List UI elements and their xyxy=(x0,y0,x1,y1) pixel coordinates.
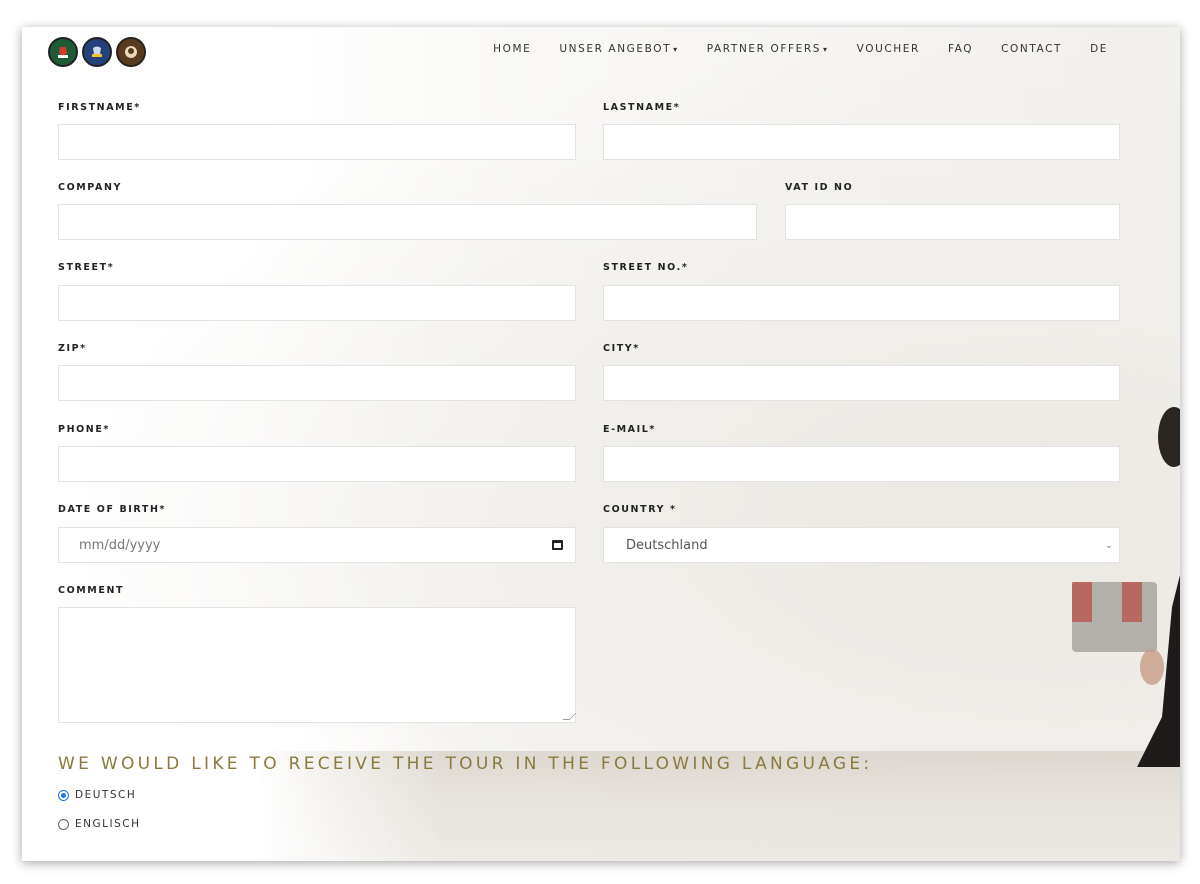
nav-voucher-label: VOUCHER xyxy=(856,43,920,55)
nav-language-de-label: DE xyxy=(1090,43,1108,55)
vat-id-label: VAT ID NO xyxy=(785,182,854,193)
country-select[interactable]: Deutschland ⌄ xyxy=(603,527,1120,563)
dob-input[interactable]: mm/dd/yyyy xyxy=(58,527,576,563)
country-label: COUNTRY * xyxy=(603,504,677,515)
nav-home[interactable]: HOME xyxy=(493,43,531,55)
comment-textarea[interactable] xyxy=(58,607,577,723)
street-input[interactable] xyxy=(58,285,576,321)
firstname-label: FIRSTNAME* xyxy=(58,102,141,113)
nav-partner-offers[interactable]: PARTNER OFFERS ▾ xyxy=(707,43,829,55)
franziskaner-logo-icon[interactable] xyxy=(116,37,146,67)
dob-label: DATE OF BIRTH* xyxy=(58,504,167,515)
lastname-input[interactable] xyxy=(603,124,1120,160)
language-option-englisch[interactable]: ENGLISCH xyxy=(58,818,140,830)
radio-deutsch-label: DEUTSCH xyxy=(75,789,137,801)
chevron-down-icon: ⌄ xyxy=(1104,539,1113,551)
main-navigation: HOME UNSER ANGEBOT ▾ PARTNER OFFERS ▾ VOUC… xyxy=(493,43,1108,55)
zip-input[interactable] xyxy=(58,365,576,401)
caret-down-icon: ▾ xyxy=(673,45,679,54)
email-input[interactable] xyxy=(603,446,1120,482)
language-heading: WE WOULD LIKE TO RECEIVE THE TOUR IN THE… xyxy=(58,754,873,774)
comment-label: COMMENT xyxy=(58,585,125,596)
nav-faq-label: FAQ xyxy=(947,43,974,55)
city-input[interactable] xyxy=(603,365,1120,401)
radio-deutsch[interactable] xyxy=(58,789,69,801)
caret-down-icon: ▾ xyxy=(823,45,829,54)
calendar-icon[interactable] xyxy=(552,540,563,550)
nav-partner-offers-label: PARTNER OFFERS xyxy=(706,43,821,55)
language-option-deutsch[interactable]: DEUTSCH xyxy=(58,789,136,801)
street-label: STREET* xyxy=(58,262,115,273)
radio-englisch[interactable] xyxy=(58,818,69,830)
country-selected-value: Deutschland xyxy=(626,537,708,553)
vat-id-input[interactable] xyxy=(785,204,1120,240)
nav-unser-angebot-label: UNSER ANGEBOT xyxy=(559,43,672,55)
nav-contact[interactable]: CONTACT xyxy=(1001,43,1062,55)
zip-label: ZIP* xyxy=(58,343,87,354)
phone-input[interactable] xyxy=(58,446,576,482)
lastname-label: LASTNAME* xyxy=(603,102,681,113)
nav-unser-angebot[interactable]: UNSER ANGEBOT ▾ xyxy=(559,43,678,55)
spaten-logo-icon[interactable] xyxy=(48,37,78,67)
radio-englisch-label: ENGLISCH xyxy=(75,818,141,830)
phone-label: PHONE* xyxy=(58,424,110,435)
loewenbraeu-logo-icon[interactable] xyxy=(82,37,112,67)
nav-contact-label: CONTACT xyxy=(1001,43,1063,55)
company-input[interactable] xyxy=(58,204,757,240)
nav-faq[interactable]: FAQ xyxy=(948,43,973,55)
browser-window: HOME UNSER ANGEBOT ▾ PARTNER OFFERS ▾ VOUC… xyxy=(22,27,1180,861)
nav-voucher[interactable]: VOUCHER xyxy=(857,43,920,55)
street-no-input[interactable] xyxy=(603,285,1120,321)
nav-home-label: HOME xyxy=(493,43,532,55)
city-label: CITY* xyxy=(603,343,640,354)
nav-language-de[interactable]: DE xyxy=(1090,43,1108,55)
firstname-input[interactable] xyxy=(58,124,576,160)
resize-handle-icon[interactable] xyxy=(562,713,577,720)
background-waitress-image xyxy=(1072,407,1180,767)
email-label: E-MAIL* xyxy=(603,424,656,435)
dob-placeholder: mm/dd/yyyy xyxy=(79,537,161,553)
brand-logos[interactable] xyxy=(48,37,146,67)
street-no-label: STREET NO.* xyxy=(603,262,689,273)
company-label: COMPANY xyxy=(58,182,122,193)
